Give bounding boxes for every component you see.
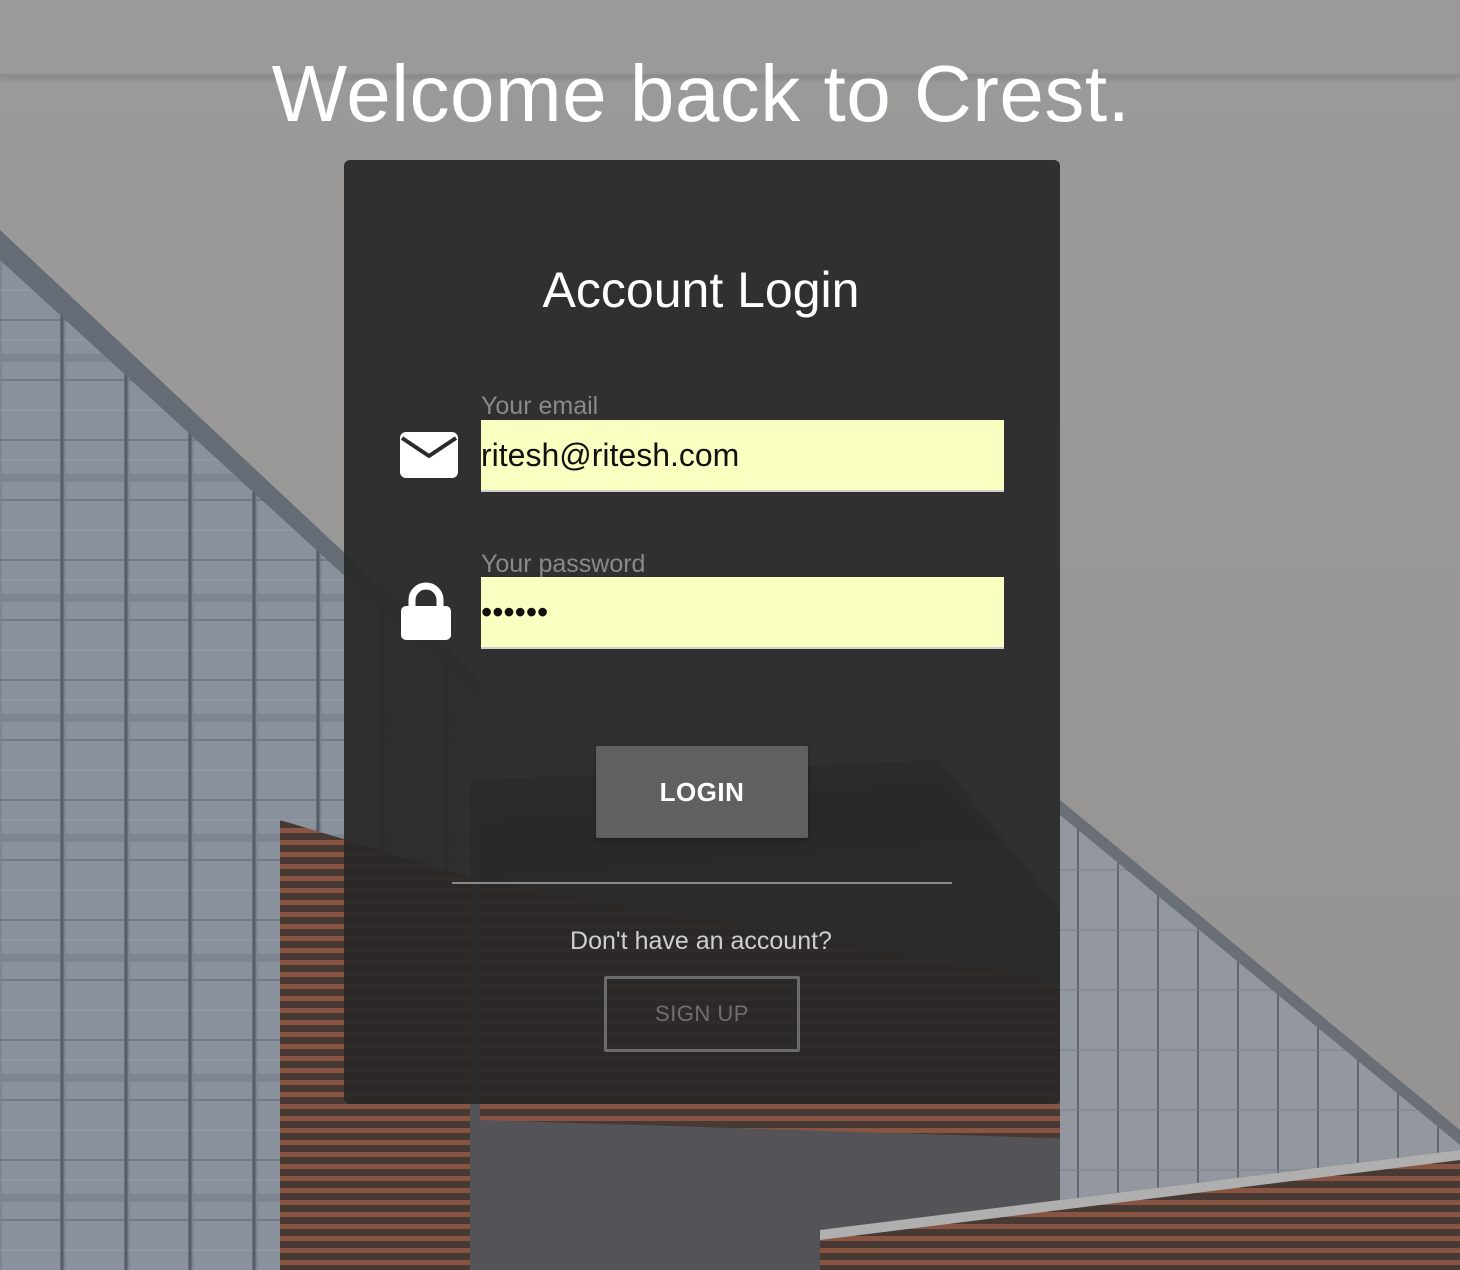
no-account-text: Don't have an account?	[570, 927, 832, 955]
login-button[interactable]: LOGIN	[596, 746, 808, 838]
login-page: Welcome back to Crest. Account Login You…	[0, 0, 1460, 1270]
divider	[452, 882, 952, 884]
lock-icon	[401, 582, 451, 640]
password-label: Your password	[481, 550, 646, 578]
email-label: Your email	[481, 392, 599, 420]
welcome-heading: Welcome back to Crest.	[271, 49, 1131, 138]
card-title: Account Login	[542, 262, 860, 318]
signup-button[interactable]: SIGN UP	[604, 976, 800, 1052]
envelope-icon	[400, 432, 458, 478]
password-input[interactable]	[481, 577, 1004, 649]
email-input[interactable]	[481, 420, 1004, 492]
